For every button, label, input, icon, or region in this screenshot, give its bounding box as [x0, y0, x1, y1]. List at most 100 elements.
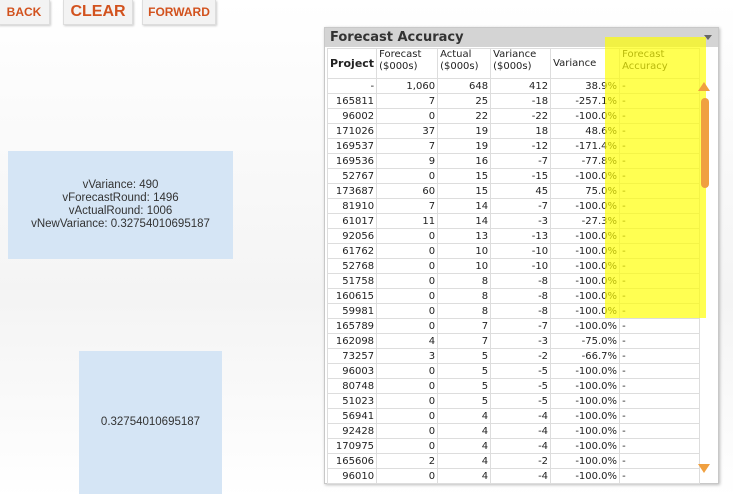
table-row[interactable]: 73257 3 5 -2 -66.7% - — [326, 348, 701, 364]
table-cell: 56941 — [326, 408, 378, 424]
table-row[interactable]: 162098 4 7 -3 -75.0% - — [326, 333, 701, 349]
table-cell: 0 — [376, 108, 439, 124]
table-row[interactable]: 96010 0 4 -4 -100.0% - — [326, 468, 701, 484]
table-cell: -100.0% — [550, 468, 621, 484]
col-header-variance-amount[interactable]: Variance ($000s) — [490, 48, 552, 79]
table-cell: -100.0% — [550, 393, 621, 409]
table-row[interactable]: 165811 7 25 -18 -257.1% - — [326, 93, 701, 109]
table-cell: 81910 — [326, 198, 378, 214]
table-cell: 0 — [376, 303, 439, 319]
table-row[interactable]: 51758 0 8 -8 -100.0% - — [326, 273, 701, 289]
table-row[interactable]: 61762 0 10 -10 -100.0% - — [326, 243, 701, 259]
table-row[interactable]: 81910 7 14 -7 -100.0% - — [326, 198, 701, 214]
col-header-actual[interactable]: Actual ($000s) — [437, 48, 492, 79]
var-variance: vVariance: 490 — [82, 179, 159, 191]
table-row[interactable]: 92428 0 4 -4 -100.0% - — [326, 423, 701, 439]
table-cell: -100.0% — [550, 378, 621, 394]
table-cell: - — [619, 348, 701, 364]
table-row[interactable]: 92056 0 13 -13 -100.0% - — [326, 228, 701, 244]
table-row[interactable]: 170975 0 4 -4 -100.0% - — [326, 438, 701, 454]
table-cell: -7 — [490, 198, 552, 214]
table-row[interactable]: 59981 0 8 -8 -100.0% - — [326, 303, 701, 319]
table-cell: 0 — [376, 273, 439, 289]
col-header-forecast[interactable]: Forecast ($000s) — [376, 48, 439, 79]
table-cell: -8 — [490, 303, 552, 319]
table-row[interactable]: 169537 7 19 -12 -171.4% - — [326, 138, 701, 154]
table-cell: 92428 — [326, 423, 378, 439]
table-cell: 171026 — [326, 123, 378, 139]
table-cell: 165811 — [326, 93, 378, 109]
col-header-project[interactable]: Project — [326, 48, 378, 79]
scroll-up-arrow-icon[interactable] — [698, 82, 710, 91]
table-row[interactable]: 171026 37 19 18 48.6% - — [326, 123, 701, 139]
table-cell: -13 — [490, 228, 552, 244]
table-cell: 4 — [437, 408, 492, 424]
table-cell: -100.0% — [550, 318, 621, 334]
table-cell: - — [619, 378, 701, 394]
table-cell: - — [619, 138, 701, 154]
table-row[interactable]: 52768 0 10 -10 -100.0% - — [326, 258, 701, 274]
table-cell: -8 — [490, 288, 552, 304]
table-row[interactable]: 173687 60 15 45 75.0% - — [326, 183, 701, 199]
table-cell: 8 — [437, 303, 492, 319]
clear-button[interactable]: CLEAR — [63, 0, 133, 25]
table-cell: 48.6% — [550, 123, 621, 139]
table-row[interactable]: 160615 0 8 -8 -100.0% - — [326, 288, 701, 304]
table-row[interactable]: 96002 0 22 -22 -100.0% - — [326, 108, 701, 124]
table-cell: 0 — [376, 243, 439, 259]
table-cell: 4 — [437, 468, 492, 484]
table-row[interactable]: 165789 0 7 -7 -100.0% - — [326, 318, 701, 334]
table-cell: - — [326, 78, 378, 94]
forward-button[interactable]: FORWARD — [142, 0, 216, 25]
table-cell: 52767 — [326, 168, 378, 184]
table-cell: 96003 — [326, 363, 378, 379]
table-cell: 4 — [376, 333, 439, 349]
table-cell: 648 — [437, 78, 492, 94]
table-cell: -18 — [490, 93, 552, 109]
table-cell: 0 — [376, 228, 439, 244]
table-cell: -7 — [490, 318, 552, 334]
table-cell: 0 — [376, 258, 439, 274]
back-button[interactable]: BACK — [0, 0, 50, 25]
table-cell: - — [619, 153, 701, 169]
table-cell: -7 — [490, 153, 552, 169]
table-cell: -27.3% — [550, 213, 621, 229]
table-cell: 73257 — [326, 348, 378, 364]
col-header-forecast-accuracy[interactable]: Forecast Accuracy — [619, 48, 701, 79]
table-cell: -5 — [490, 363, 552, 379]
table-row[interactable]: 80748 0 5 -5 -100.0% - — [326, 378, 701, 394]
table-cell: -15 — [490, 168, 552, 184]
table-cell: -12 — [490, 138, 552, 154]
table-cell: - — [619, 168, 701, 184]
table-cell: -100.0% — [550, 168, 621, 184]
table-row[interactable]: 61017 11 14 -3 -27.3% - — [326, 213, 701, 229]
table-row[interactable]: 165606 2 4 -2 -100.0% - — [326, 453, 701, 469]
variables-textbox: vVariance: 490 vForecastRound: 1496 vAct… — [8, 151, 233, 259]
table-cell: 51758 — [326, 273, 378, 289]
panel-menu-caret-icon[interactable] — [704, 35, 712, 40]
table-row[interactable]: 56941 0 4 -4 -100.0% - — [326, 408, 701, 424]
table-cell: 25 — [437, 93, 492, 109]
table-cell: - — [619, 453, 701, 469]
table-cell: 14 — [437, 213, 492, 229]
table-cell: 4 — [437, 453, 492, 469]
table-cell: -100.0% — [550, 288, 621, 304]
table-row[interactable]: -1,060 648 412 38.9% - — [326, 78, 701, 94]
table-row[interactable]: 169536 9 16 -7 -77.8% - — [326, 153, 701, 169]
table-cell: 0 — [376, 288, 439, 304]
table-cell: 412 — [490, 78, 552, 94]
table-cell: 4 — [437, 423, 492, 439]
table-row[interactable]: 52767 0 15 -15 -100.0% - — [326, 168, 701, 184]
table-cell: -4 — [490, 408, 552, 424]
table-cell: -8 — [490, 273, 552, 289]
table-cell: 52768 — [326, 258, 378, 274]
scrollbar-thumb[interactable] — [701, 98, 709, 188]
table-row[interactable]: 96003 0 5 -5 -100.0% - — [326, 363, 701, 379]
col-header-variance-pct[interactable]: Variance — [550, 48, 621, 79]
table-cell: 16 — [437, 153, 492, 169]
table-cell: 13 — [437, 228, 492, 244]
table-row[interactable]: 51023 0 5 -5 -100.0% - — [326, 393, 701, 409]
table-cell: 173687 — [326, 183, 378, 199]
scroll-down-arrow-icon[interactable] — [698, 464, 710, 473]
table-cell: 11 — [376, 213, 439, 229]
